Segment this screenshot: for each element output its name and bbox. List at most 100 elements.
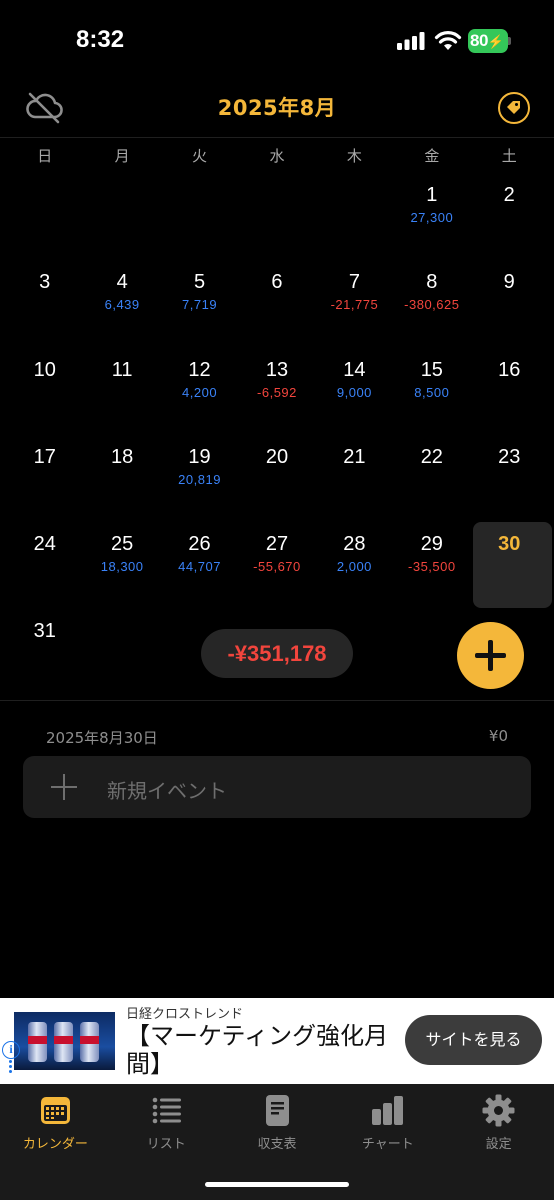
day-number: 25: [111, 533, 134, 556]
calendar-day[interactable]: 1 27,300: [393, 174, 470, 261]
calendar-day[interactable]: 4 6,439: [83, 261, 160, 348]
ad-image[interactable]: [14, 1012, 115, 1070]
day-number: 20: [265, 445, 289, 468]
calendar-grid: 1 27,300 2 3 4 6,439 5 7,719 6 7 -21,775 8 -380,625 9…: [6, 174, 552, 698]
tab-label: カレンダー: [22, 1137, 88, 1152]
tab-chart[interactable]: チャート: [332, 1084, 443, 1164]
ad-headline[interactable]: 【マーケティング強化月間】: [126, 1022, 396, 1078]
calendar-day[interactable]: 21: [316, 436, 393, 523]
calendar-day[interactable]: 23: [471, 436, 548, 523]
calendar-day-today[interactable]: 30: [471, 522, 552, 610]
calendar-day[interactable]: 15 8,500: [393, 349, 470, 436]
tab-settings[interactable]: 設定: [443, 1084, 554, 1164]
calendar-day[interactable]: 25 18,300: [83, 523, 160, 610]
add-event-button[interactable]: [457, 622, 524, 689]
day-number: [316, 610, 393, 619]
day-amount: 8,500: [414, 384, 450, 400]
document-icon: [265, 1095, 289, 1126]
day-number: 10: [33, 358, 56, 381]
calendar-day[interactable]: 6: [238, 261, 315, 348]
day-number: 9: [503, 271, 515, 294]
calendar-day[interactable]: 16: [471, 349, 548, 436]
calendar-day[interactable]: 13 -6,592: [238, 349, 315, 436]
month-title[interactable]: 2025年8月: [0, 92, 554, 122]
calendar-day[interactable]: 12 4,200: [161, 349, 238, 436]
calendar-day[interactable]: 14 9,000: [316, 349, 393, 436]
tag-button[interactable]: [498, 92, 530, 124]
home-indicator: [205, 1182, 349, 1187]
tab-list[interactable]: リスト: [111, 1084, 222, 1164]
day-number: 3: [39, 271, 51, 294]
calendar-day[interactable]: 26 44,707: [161, 523, 238, 610]
day-amount: 9,000: [336, 384, 372, 400]
day-amount: 4,200: [182, 384, 218, 400]
calendar-day[interactable]: 2: [471, 174, 548, 261]
day-number: 7: [348, 271, 360, 294]
ad-info-icon[interactable]: i: [2, 1041, 20, 1059]
calendar-day: [316, 174, 393, 261]
day-number: 19: [188, 445, 211, 468]
tab-calendar[interactable]: カレンダー: [0, 1084, 111, 1164]
calendar-day[interactable]: 18: [83, 436, 160, 523]
battery-nub: [508, 37, 511, 45]
calendar-day[interactable]: 7 -21,775: [316, 261, 393, 348]
weekday-label: 火: [192, 147, 208, 165]
calendar-day[interactable]: 27 -55,670: [238, 523, 315, 610]
calendar-day[interactable]: 22: [393, 436, 470, 523]
can-graphic: [28, 1022, 47, 1062]
weekday-label: 日: [37, 147, 53, 165]
calendar-day[interactable]: 28 2,000: [316, 523, 393, 610]
day-number: 24: [33, 533, 56, 556]
tab-balance-sheet[interactable]: 収支表: [222, 1084, 333, 1164]
calendar-day[interactable]: 5 7,719: [161, 261, 238, 348]
ad-banner[interactable]: i 日経クロストレンド 【マーケティング強化月間】 サイトを見る: [0, 998, 554, 1084]
day-amount: -55,670: [253, 559, 301, 575]
day-number: [393, 610, 470, 619]
calendar-day[interactable]: 3: [6, 261, 83, 348]
calendar-day: [238, 174, 315, 261]
gear-icon: [482, 1094, 515, 1127]
status-bar: 8:32 80⚡: [0, 0, 554, 82]
tab-label: 設定: [485, 1137, 512, 1152]
calendar-day[interactable]: 8 -380,625: [393, 261, 470, 348]
calendar-day[interactable]: 24: [6, 523, 83, 610]
calendar-day[interactable]: 9: [471, 261, 548, 348]
calendar-day: [6, 174, 83, 261]
bar-chart-icon: [372, 1096, 404, 1125]
day-number: [471, 610, 548, 619]
day-number: 26: [188, 533, 211, 556]
calendar-day: [161, 174, 238, 261]
calendar-day[interactable]: 29 -35,500: [393, 523, 470, 610]
calendar-day[interactable]: 31: [6, 610, 83, 697]
can-graphic: [80, 1022, 99, 1062]
day-number: [316, 174, 393, 183]
weekday-label: 水: [269, 147, 285, 165]
calendar-week: 1 27,300 2: [6, 174, 548, 261]
calendar-day[interactable]: 11: [83, 349, 160, 436]
day-number: 31: [33, 620, 56, 643]
day-number: 16: [498, 358, 521, 381]
calendar-day[interactable]: 19 20,819: [161, 436, 238, 523]
ad-menu-icon[interactable]: [9, 1060, 12, 1074]
month-total-pill[interactable]: -¥351,178: [201, 629, 353, 678]
day-amount: 20,819: [178, 471, 221, 487]
day-number: [161, 174, 238, 183]
calendar-day: [83, 610, 160, 697]
day-number: 29: [420, 533, 443, 556]
new-event-button[interactable]: 新規イベント: [23, 756, 531, 818]
selected-day-total: ¥0: [488, 727, 508, 745]
day-number: 12: [188, 358, 211, 381]
day-number: 8: [426, 271, 438, 294]
day-number: [6, 174, 83, 183]
calendar-day[interactable]: 10: [6, 349, 83, 436]
day-number: 23: [498, 445, 521, 468]
calendar-day[interactable]: 17: [6, 436, 83, 523]
day-number: [238, 610, 315, 619]
ad-cta-button[interactable]: サイトを見る: [405, 1015, 542, 1065]
day-number: 5: [193, 271, 206, 294]
plus-icon: [51, 774, 77, 800]
day-number: 18: [111, 445, 134, 468]
battery-level: 80⚡: [470, 31, 504, 50]
day-amount: -6,592: [257, 384, 297, 400]
calendar-day[interactable]: 20: [238, 436, 315, 523]
